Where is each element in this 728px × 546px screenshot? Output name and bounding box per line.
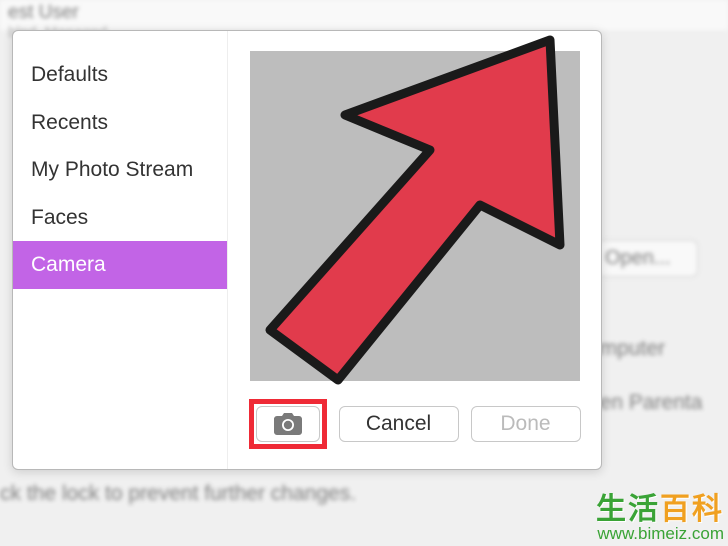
watermark-cn: 生活百科	[596, 484, 724, 528]
camera-button-highlight	[249, 399, 327, 449]
camera-preview	[250, 51, 580, 381]
bg-lock-text: ck the lock to prevent further changes.	[0, 482, 356, 506]
sidebar-item-recents[interactable]: Recents	[13, 99, 227, 147]
sidebar-item-photo-stream[interactable]: My Photo Stream	[13, 146, 227, 194]
watermark-url: www.bimeiz.com	[596, 524, 724, 544]
button-row: Cancel Done	[249, 399, 581, 449]
cancel-button[interactable]: Cancel	[339, 406, 459, 442]
bg-user-title: est User	[8, 2, 720, 24]
photo-picker-panel: Defaults Recents My Photo Stream Faces C…	[12, 30, 602, 470]
sidebar-item-faces[interactable]: Faces	[13, 194, 227, 242]
bg-text-computer: omputer	[588, 337, 728, 361]
bg-user-row: est User bled, Managed	[0, 0, 728, 30]
panel-main: Cancel Done	[228, 31, 601, 469]
take-photo-button[interactable]	[256, 406, 320, 442]
bg-open-button: Open...	[588, 240, 698, 277]
source-sidebar: Defaults Recents My Photo Stream Faces C…	[13, 31, 228, 469]
sidebar-item-camera[interactable]: Camera	[13, 241, 227, 289]
bg-text-parental: pen Parenta	[588, 391, 728, 415]
camera-icon	[274, 413, 302, 435]
done-button: Done	[471, 406, 581, 442]
sidebar-item-defaults[interactable]: Defaults	[13, 51, 227, 99]
watermark: 生活百科 www.bimeiz.com	[596, 484, 724, 544]
bg-right-col: Open... omputer pen Parenta	[588, 240, 728, 445]
